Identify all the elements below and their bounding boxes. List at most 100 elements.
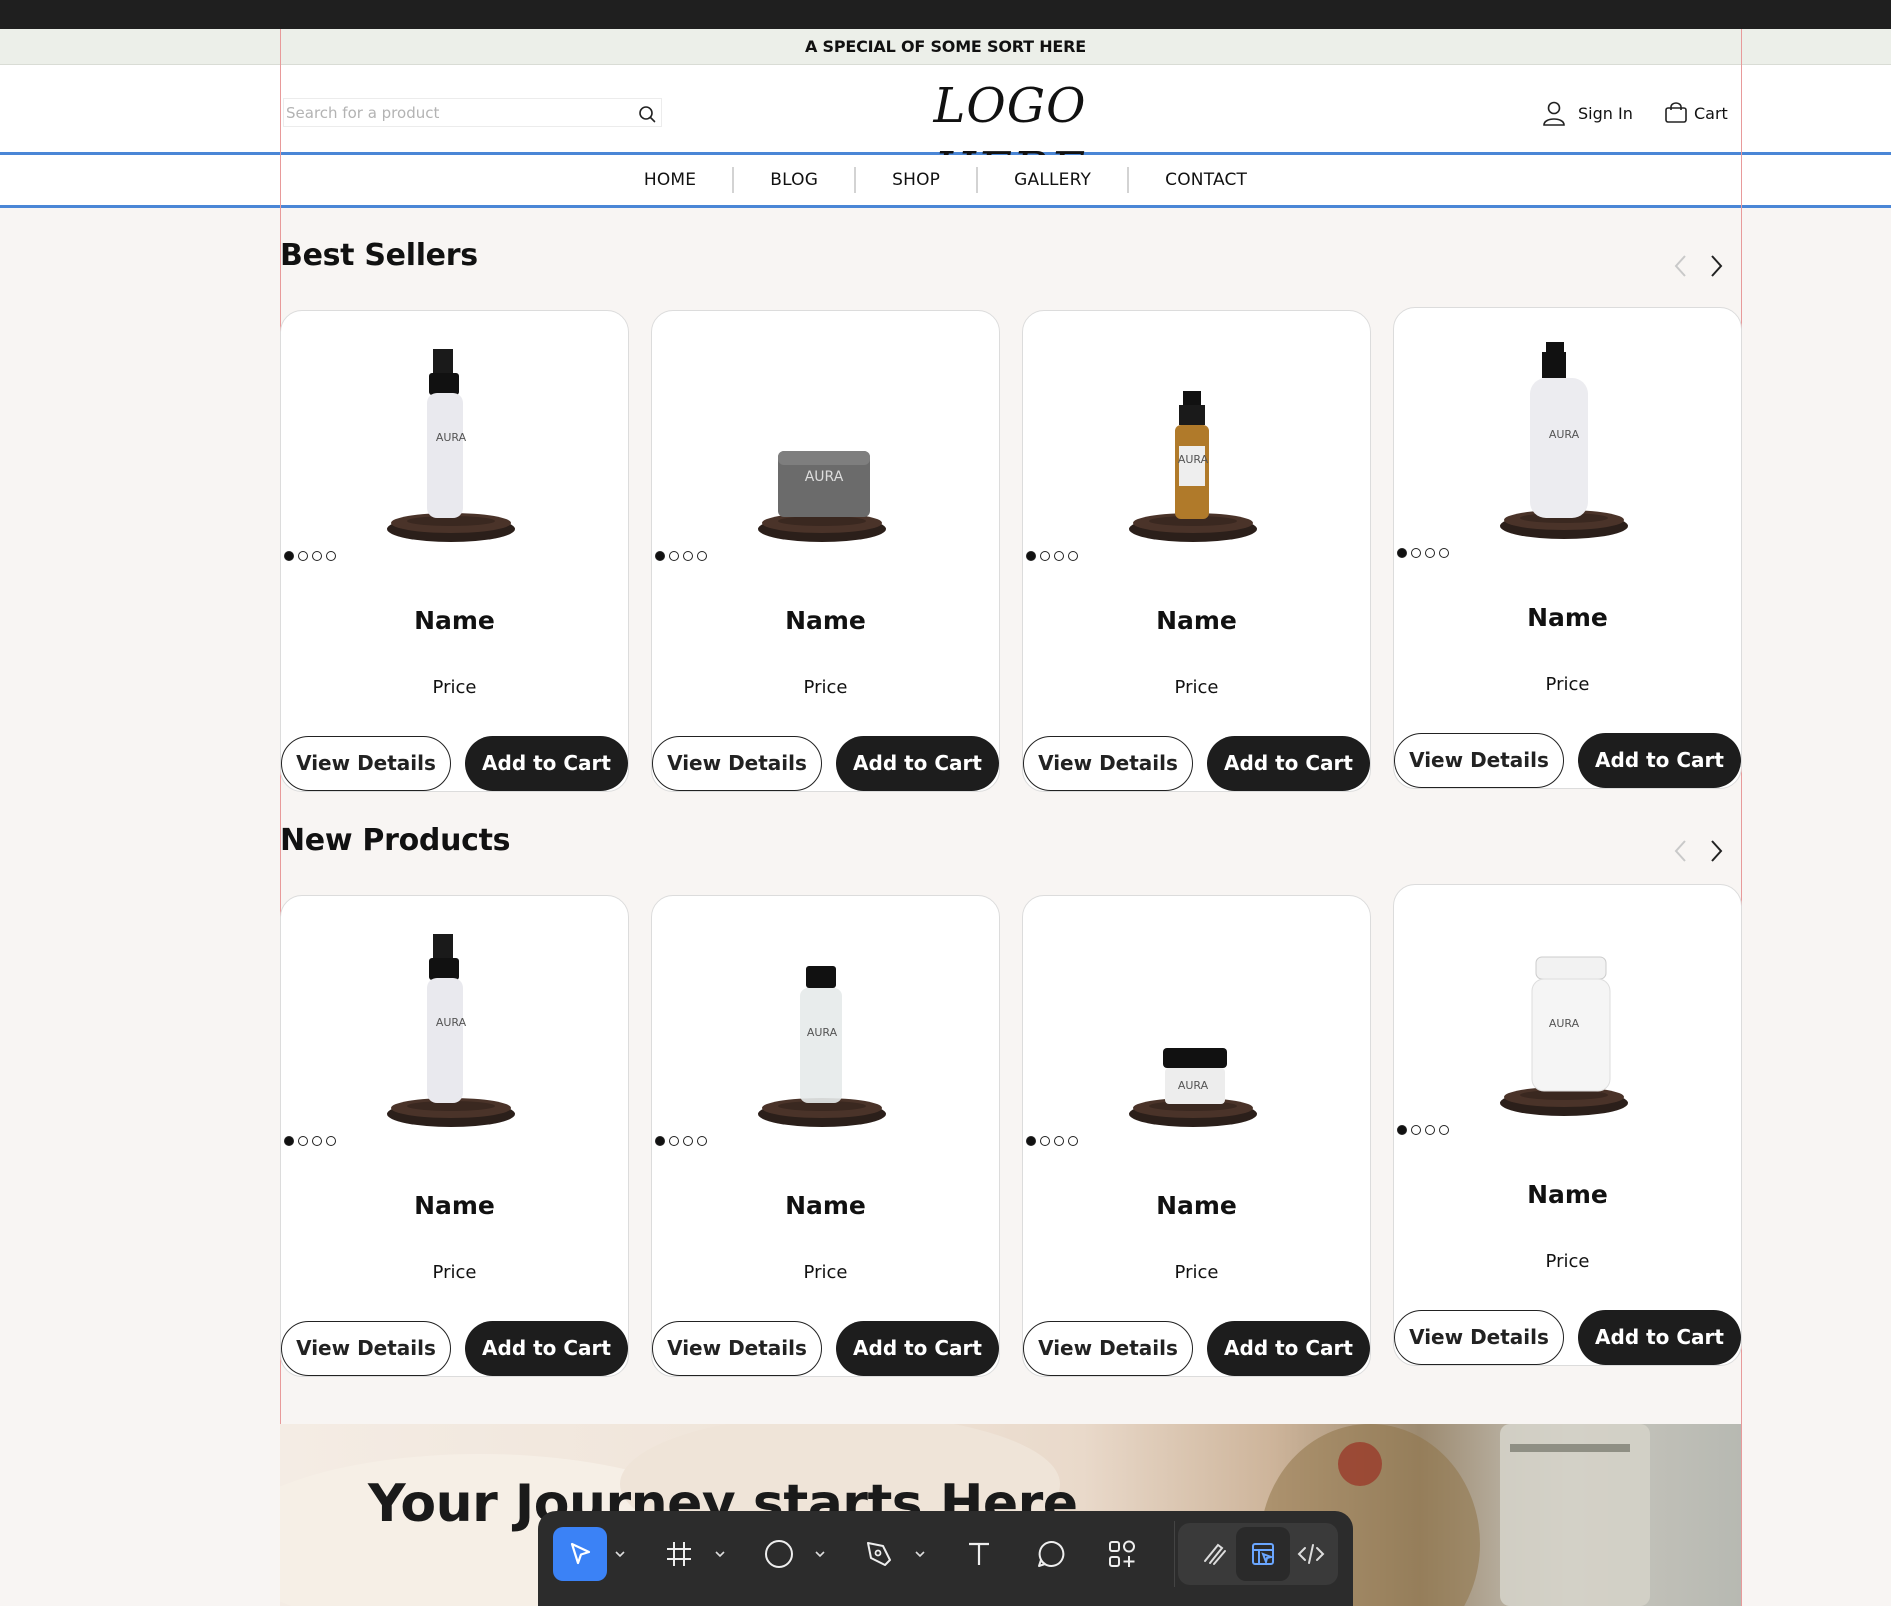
carousel-prev-icon[interactable] xyxy=(1668,836,1694,866)
image-carousel-dots[interactable] xyxy=(1397,1125,1449,1135)
product-image[interactable]: AURA xyxy=(742,926,902,1136)
chevron-down-icon[interactable] xyxy=(613,1547,627,1561)
product-name[interactable]: Name xyxy=(1394,1180,1741,1209)
carousel-dot-active[interactable] xyxy=(655,1136,665,1146)
carousel-dot-active[interactable] xyxy=(655,551,665,561)
draw-mode-button[interactable] xyxy=(1188,1527,1242,1581)
move-tool-button[interactable] xyxy=(553,1527,607,1581)
carousel-dot[interactable] xyxy=(1040,1136,1050,1146)
product-card[interactable]: AURA Name Price View Details Add to Cart xyxy=(1022,895,1371,1377)
view-details-button[interactable]: View Details xyxy=(1394,733,1564,788)
view-details-button[interactable]: View Details xyxy=(281,1321,451,1376)
image-carousel-dots[interactable] xyxy=(284,1136,336,1146)
view-details-button[interactable]: View Details xyxy=(1023,736,1193,791)
product-image[interactable]: AURA xyxy=(1484,338,1644,548)
product-image[interactable]: AURA xyxy=(371,341,531,551)
add-to-cart-button[interactable]: Add to Cart xyxy=(1207,1321,1370,1376)
nav-item-contact[interactable]: CONTACT xyxy=(1129,167,1283,193)
carousel-dot[interactable] xyxy=(1439,1125,1449,1135)
comment-tool-button[interactable] xyxy=(1024,1527,1078,1581)
image-carousel-dots[interactable] xyxy=(284,551,336,561)
carousel-dot[interactable] xyxy=(326,1136,336,1146)
carousel-dot[interactable] xyxy=(326,551,336,561)
carousel-dot[interactable] xyxy=(1411,1125,1421,1135)
dev-mode-button[interactable] xyxy=(1284,1527,1338,1581)
carousel-dot[interactable] xyxy=(312,1136,322,1146)
carousel-dot-active[interactable] xyxy=(1397,1125,1407,1135)
add-to-cart-button[interactable]: Add to Cart xyxy=(1207,736,1370,791)
carousel-dot[interactable] xyxy=(1068,551,1078,561)
add-to-cart-button[interactable]: Add to Cart xyxy=(465,736,628,791)
carousel-dot[interactable] xyxy=(1054,1136,1064,1146)
nav-item-gallery[interactable]: GALLERY xyxy=(978,167,1130,193)
carousel-dot[interactable] xyxy=(1068,1136,1078,1146)
product-card[interactable]: AURA Name Price View Details Add to Cart xyxy=(651,895,1000,1377)
search-input[interactable] xyxy=(286,103,626,123)
carousel-next-icon[interactable] xyxy=(1703,251,1729,281)
carousel-prev-icon[interactable] xyxy=(1668,251,1694,281)
ellipse-tool-button[interactable] xyxy=(752,1527,806,1581)
product-card[interactable]: AURA Name Price View Details Add to Cart xyxy=(1022,310,1371,792)
carousel-dot[interactable] xyxy=(697,551,707,561)
carousel-dot[interactable] xyxy=(683,1136,693,1146)
carousel-dot[interactable] xyxy=(1425,1125,1435,1135)
chevron-down-icon[interactable] xyxy=(713,1547,727,1561)
product-card[interactable]: AURA Name Price View Details Add to Cart xyxy=(651,310,1000,792)
carousel-dot[interactable] xyxy=(669,551,679,561)
text-tool-button[interactable] xyxy=(952,1527,1006,1581)
product-name[interactable]: Name xyxy=(1394,603,1741,632)
product-card[interactable]: AURA Name Price View Details Add to Cart xyxy=(280,310,629,792)
view-details-button[interactable]: View Details xyxy=(1023,1321,1193,1376)
carousel-dot[interactable] xyxy=(298,1136,308,1146)
add-to-cart-button[interactable]: Add to Cart xyxy=(1578,1310,1741,1365)
search-icon[interactable] xyxy=(637,104,657,124)
product-card[interactable]: AURA Name Price View Details Add to Cart xyxy=(1393,884,1742,1366)
product-image[interactable]: AURA xyxy=(1484,915,1644,1125)
view-details-button[interactable]: View Details xyxy=(652,1321,822,1376)
product-name[interactable]: Name xyxy=(281,606,628,635)
frame-tool-button[interactable] xyxy=(652,1527,706,1581)
carousel-dot-active[interactable] xyxy=(284,551,294,561)
view-details-button[interactable]: View Details xyxy=(281,736,451,791)
product-card[interactable]: AURA Name Price View Details Add to Cart xyxy=(280,895,629,1377)
components-tool-button[interactable] xyxy=(1095,1527,1149,1581)
product-image[interactable]: AURA xyxy=(1113,341,1273,551)
image-carousel-dots[interactable] xyxy=(1397,548,1449,558)
product-name[interactable]: Name xyxy=(1023,606,1370,635)
carousel-dot[interactable] xyxy=(697,1136,707,1146)
add-to-cart-button[interactable]: Add to Cart xyxy=(1578,733,1741,788)
view-details-button[interactable]: View Details xyxy=(652,736,822,791)
carousel-dot-active[interactable] xyxy=(284,1136,294,1146)
add-to-cart-button[interactable]: Add to Cart xyxy=(465,1321,628,1376)
carousel-next-icon[interactable] xyxy=(1703,836,1729,866)
nav-item-blog[interactable]: BLOG xyxy=(734,167,857,193)
view-details-button[interactable]: View Details xyxy=(1394,1310,1564,1365)
carousel-dot-active[interactable] xyxy=(1397,548,1407,558)
carousel-dot[interactable] xyxy=(312,551,322,561)
carousel-dot-active[interactable] xyxy=(1026,1136,1036,1146)
product-name[interactable]: Name xyxy=(1023,1191,1370,1220)
search-bar[interactable] xyxy=(283,98,662,127)
pen-tool-button[interactable] xyxy=(852,1527,906,1581)
product-name[interactable]: Name xyxy=(281,1191,628,1220)
carousel-dot-active[interactable] xyxy=(1026,551,1036,561)
carousel-dot[interactable] xyxy=(1439,548,1449,558)
carousel-dot[interactable] xyxy=(1425,548,1435,558)
add-to-cart-button[interactable]: Add to Cart xyxy=(836,1321,999,1376)
site-logo[interactable]: LOGO HERE xyxy=(870,74,1150,198)
product-image[interactable]: AURA xyxy=(1113,926,1273,1136)
nav-item-home[interactable]: HOME xyxy=(608,167,735,193)
product-name[interactable]: Name xyxy=(652,606,999,635)
carousel-dot[interactable] xyxy=(298,551,308,561)
product-image[interactable]: AURA xyxy=(371,926,531,1136)
carousel-dot[interactable] xyxy=(1040,551,1050,561)
image-carousel-dots[interactable] xyxy=(655,1136,707,1146)
image-carousel-dots[interactable] xyxy=(1026,1136,1078,1146)
nav-item-shop[interactable]: SHOP xyxy=(856,167,979,193)
sign-in-link[interactable]: Sign In xyxy=(1542,98,1633,128)
design-mode-button[interactable] xyxy=(1236,1527,1290,1581)
chevron-down-icon[interactable] xyxy=(813,1547,827,1561)
product-image[interactable]: AURA xyxy=(742,341,902,551)
carousel-dot[interactable] xyxy=(1054,551,1064,561)
carousel-dot[interactable] xyxy=(1411,548,1421,558)
